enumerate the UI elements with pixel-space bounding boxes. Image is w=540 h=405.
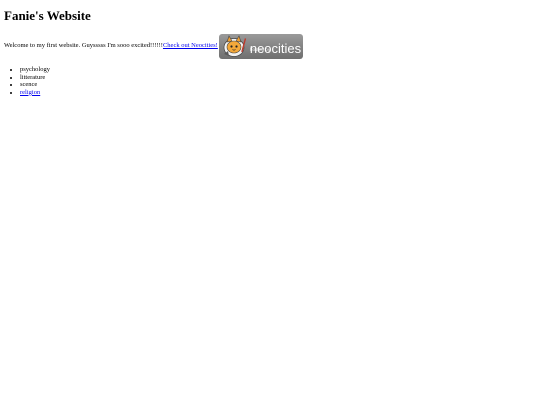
page: Fanie's Website Welcome to my first webs… — [0, 0, 540, 405]
topics-list: psychology litterature scence religion — [0, 66, 50, 96]
religion-link[interactable]: religion — [20, 89, 40, 96]
intro-text: Welcome to my first website. Guysssss I'… — [4, 42, 163, 49]
list-item-litterature: litterature — [20, 74, 50, 82]
topic-label: psychology — [20, 66, 50, 73]
list-item-religion: religion — [20, 89, 50, 97]
neocities-link[interactable]: Check out Neocities! — [163, 33, 218, 59]
list-item-scence: scence — [20, 81, 50, 89]
topic-label: litterature — [20, 73, 46, 81]
neocities-cat-logo-icon — [223, 35, 247, 57]
list-item-psychology: psychology — [20, 66, 50, 74]
hosted-by-neocities-badge[interactable]: hosted by neocities — [218, 34, 303, 59]
page-title: Fanie's Website — [4, 8, 91, 23]
intro-paragraph: Welcome to my first website. Guysssss I'… — [4, 33, 303, 59]
topic-label: scence — [20, 81, 38, 89]
badge-brand-text: neocities — [249, 41, 302, 56]
